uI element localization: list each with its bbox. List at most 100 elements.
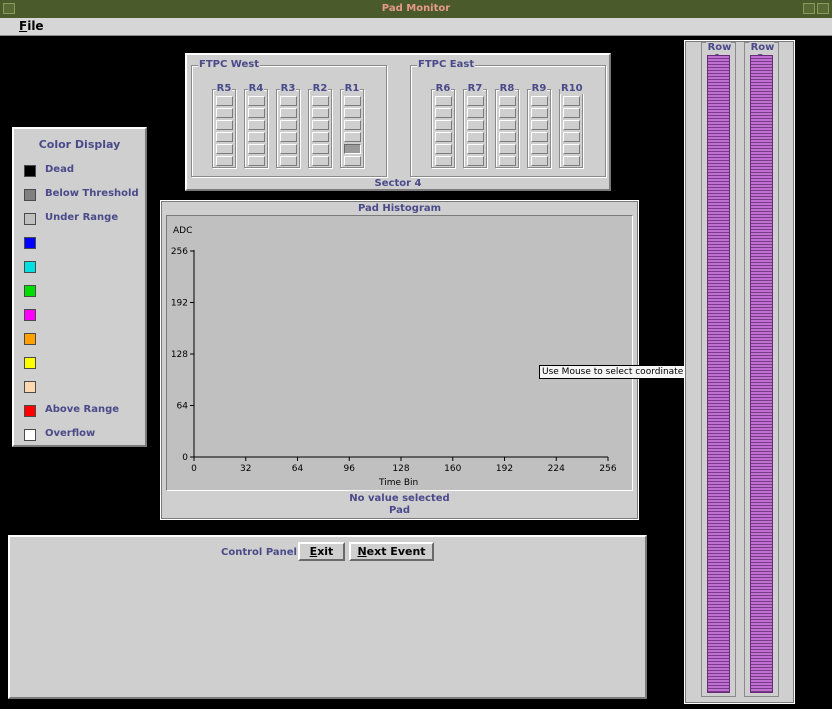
control-panel-label: Control Panel xyxy=(221,547,297,558)
pad-button[interactable] xyxy=(280,108,297,118)
pad-button[interactable] xyxy=(467,120,484,130)
pad-button[interactable] xyxy=(248,108,265,118)
pad-button[interactable] xyxy=(467,132,484,142)
pad-button[interactable] xyxy=(563,96,580,106)
pad-button[interactable] xyxy=(563,120,580,130)
pad-button[interactable] xyxy=(563,144,580,154)
menu-file[interactable]: File xyxy=(19,19,44,33)
pad-button[interactable] xyxy=(312,96,329,106)
row-label: R10 xyxy=(560,83,584,94)
histogram-title: Pad Histogram xyxy=(357,203,442,214)
row-group-r5: R5 xyxy=(212,83,236,168)
pad-button[interactable] xyxy=(216,108,233,118)
pad-button[interactable] xyxy=(467,156,484,166)
row-label: R2 xyxy=(311,83,329,94)
pad-button[interactable] xyxy=(216,120,233,130)
x-tick-label: 32 xyxy=(240,464,251,474)
pad-button[interactable] xyxy=(248,96,265,106)
pad-button[interactable] xyxy=(499,108,516,118)
pad-button[interactable] xyxy=(435,96,452,106)
pad-button[interactable] xyxy=(435,108,452,118)
pad-button[interactable] xyxy=(216,156,233,166)
row2-pad-strip[interactable] xyxy=(750,55,773,693)
pad-button[interactable] xyxy=(344,96,361,106)
pad-button[interactable] xyxy=(344,108,361,118)
ftpc-west-label: FTPC West xyxy=(198,59,260,70)
pad-button[interactable] xyxy=(280,156,297,166)
pad-button[interactable] xyxy=(312,120,329,130)
pad-button[interactable] xyxy=(467,108,484,118)
x-tick-label: 64 xyxy=(292,464,304,474)
pad-button[interactable] xyxy=(499,144,516,154)
pad-button[interactable] xyxy=(280,120,297,130)
pad-button[interactable] xyxy=(344,156,361,166)
row-label: R1 xyxy=(343,83,361,94)
legend-label: Under Range xyxy=(45,212,119,223)
histogram-chart[interactable]: ADC Time Bin 0 32 64 96 128 160 192 224 256 0 64 12… xyxy=(167,216,632,490)
pad-button[interactable] xyxy=(280,132,297,142)
pad-button[interactable] xyxy=(467,96,484,106)
exit-button[interactable]: Exit xyxy=(298,542,345,561)
row-group-r2: R2 xyxy=(308,83,332,168)
pad-button[interactable] xyxy=(216,132,233,142)
pad-button[interactable] xyxy=(344,144,361,154)
row-group-r9: R9 xyxy=(527,83,551,168)
pad-button[interactable] xyxy=(280,96,297,106)
pad-button[interactable] xyxy=(248,144,265,154)
pad-button[interactable] xyxy=(248,120,265,130)
pad-button[interactable] xyxy=(248,156,265,166)
pad-button[interactable] xyxy=(531,132,548,142)
histogram-plot-area[interactable]: ADC Time Bin 0 32 64 96 128 160 192 224 256 0 64 12… xyxy=(166,215,633,491)
x-tick-label: 224 xyxy=(548,464,565,474)
pad-button[interactable] xyxy=(280,144,297,154)
legend-label: Dead xyxy=(45,164,74,175)
pad-button[interactable] xyxy=(312,144,329,154)
pad-button[interactable] xyxy=(499,156,516,166)
y-tick-label: 256 xyxy=(171,247,188,257)
pad-button[interactable] xyxy=(531,144,548,154)
pad-button[interactable] xyxy=(216,144,233,154)
pad-button[interactable] xyxy=(563,132,580,142)
pad-button[interactable] xyxy=(531,156,548,166)
row-label: R9 xyxy=(530,83,548,94)
pad-button[interactable] xyxy=(435,132,452,142)
row-group-r8: R8 xyxy=(495,83,519,168)
pad-button[interactable] xyxy=(435,120,452,130)
color-swatch xyxy=(24,333,36,345)
pad-button[interactable] xyxy=(563,156,580,166)
color-swatch xyxy=(24,381,36,393)
row1-pad-strip[interactable] xyxy=(707,55,730,693)
pad-button[interactable] xyxy=(435,144,452,154)
pad-button[interactable] xyxy=(344,132,361,142)
pad-button[interactable] xyxy=(531,108,548,118)
window-title: Pad Monitor xyxy=(381,3,451,14)
row-label: R3 xyxy=(279,83,297,94)
row-label: R5 xyxy=(215,83,233,94)
row-group-r1: R1 xyxy=(340,83,364,168)
sector-panel: FTPC West R5 R4 R3 R2 R1 FTPC East R6 R7 R8 R9 R… xyxy=(185,53,611,191)
pad-button[interactable] xyxy=(499,96,516,106)
pad-button[interactable] xyxy=(312,156,329,166)
row1-column: Row 1 xyxy=(701,42,736,697)
legend-label: Overflow xyxy=(45,428,96,439)
pad-button[interactable] xyxy=(531,120,548,130)
pad-button[interactable] xyxy=(499,120,516,130)
pad-button[interactable] xyxy=(435,156,452,166)
pad-button[interactable] xyxy=(344,120,361,130)
pad-button[interactable] xyxy=(467,144,484,154)
minimize-button[interactable] xyxy=(803,3,815,14)
pad-button[interactable] xyxy=(216,96,233,106)
next-event-button[interactable]: Next Event xyxy=(349,542,434,561)
color-swatch xyxy=(24,285,36,297)
pad-button[interactable] xyxy=(563,108,580,118)
pad-button[interactable] xyxy=(312,108,329,118)
maximize-button[interactable] xyxy=(817,3,829,14)
window-titlebar[interactable]: Pad Monitor xyxy=(0,0,832,19)
pad-button[interactable] xyxy=(531,96,548,106)
pad-button[interactable] xyxy=(248,132,265,142)
row-label: R8 xyxy=(498,83,516,94)
pad-button[interactable] xyxy=(312,132,329,142)
color-swatch xyxy=(24,309,36,321)
pad-button[interactable] xyxy=(499,132,516,142)
x-tick-label: 192 xyxy=(496,464,513,474)
